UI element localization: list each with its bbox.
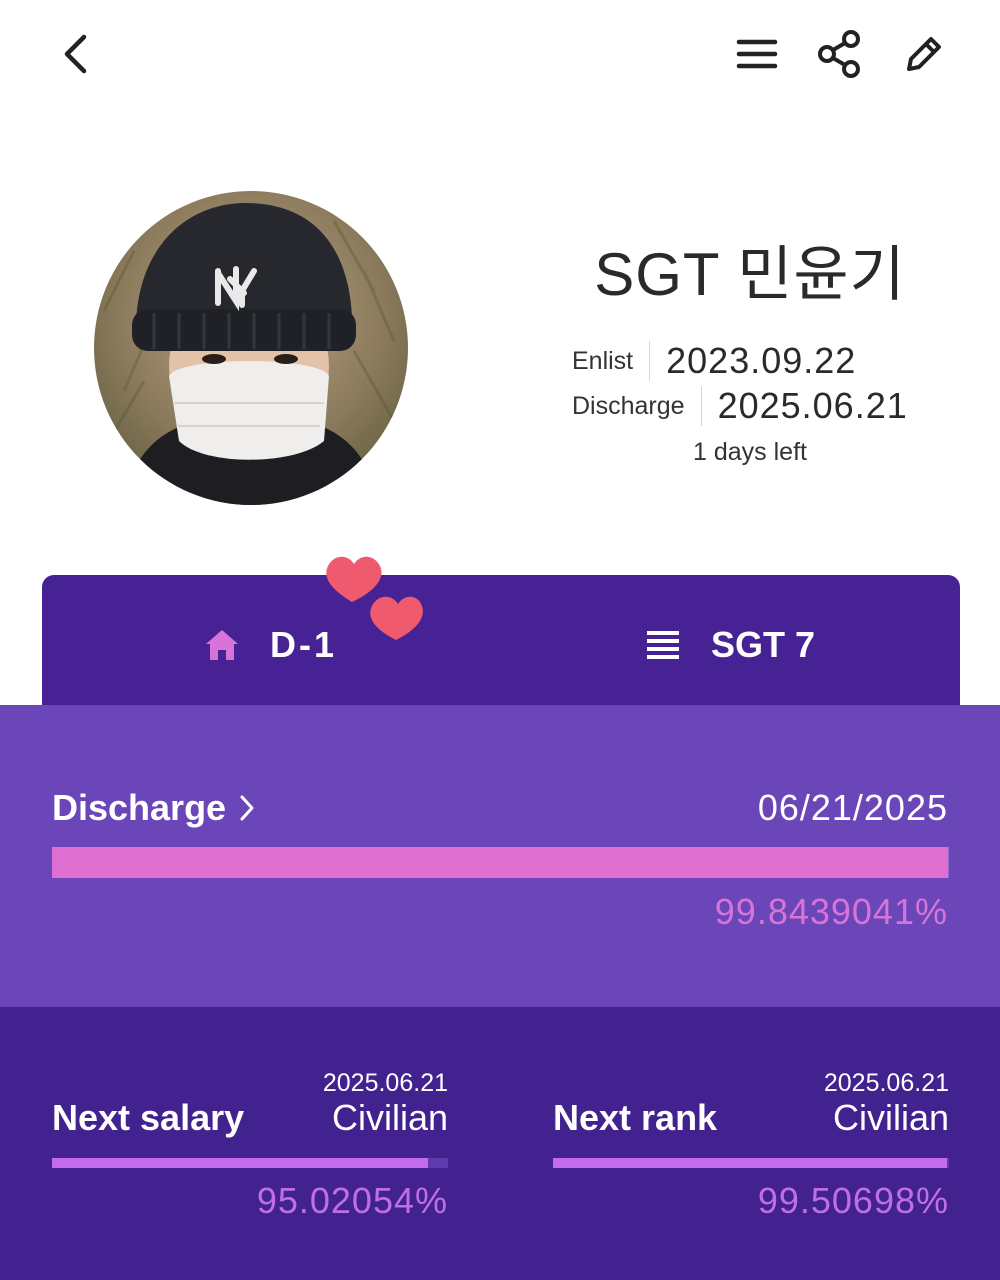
next-rank-title: Next rank — [553, 1097, 718, 1138]
back-arrow-icon — [64, 34, 87, 74]
divider — [649, 341, 651, 381]
profile-name: SGT 민윤기 — [594, 241, 906, 308]
top-bar — [0, 0, 1000, 110]
discharge-panel: Discharge 06/21/2025 99.8439041% — [0, 705, 1000, 1007]
home-icon — [206, 630, 238, 660]
enlist-row: Enlist 2023.09.22 — [572, 338, 856, 384]
next-rank-value: Civilian — [832, 1097, 949, 1138]
hearts-icon — [326, 556, 423, 640]
next-salary-card[interactable]: 2025.06.21 Next salary Civilian 95.02054… — [52, 1007, 448, 1280]
discharge-title: Discharge — [52, 787, 227, 828]
next-salary-percent: 95.02054% — [256, 1180, 448, 1221]
discharge-date-us: 06/21/2025 — [757, 787, 948, 828]
next-rank-progress-bar — [553, 1158, 949, 1168]
enlist-date: 2023.09.22 — [666, 340, 857, 381]
next-rank-date: 2025.06.21 — [823, 1069, 949, 1097]
discharge-label: Discharge — [572, 391, 685, 420]
avatar[interactable] — [94, 191, 408, 505]
discharge-progress-bar — [52, 847, 949, 878]
enlist-label: Enlist — [572, 346, 634, 375]
tab-rank[interactable]: SGT 7 — [645, 620, 815, 670]
tab-rank-label: SGT 7 — [711, 624, 816, 665]
next-rank-card[interactable]: 2025.06.21 Next rank Civilian 99.50698% — [553, 1007, 949, 1280]
next-rank-percent: 99.50698% — [757, 1180, 949, 1221]
next-salary-value: Civilian — [331, 1097, 448, 1138]
discharge-date: 2025.06.21 — [717, 385, 908, 426]
menu-button[interactable] — [727, 24, 787, 84]
edit-button[interactable] — [894, 24, 954, 84]
share-icon — [818, 30, 860, 78]
chevron-right-icon — [240, 795, 254, 821]
stats-panel: 2025.06.21 Next salary Civilian 95.02054… — [0, 1007, 1000, 1280]
next-rank-progress-fill — [553, 1158, 948, 1168]
discharge-row: Discharge 2025.06.21 — [572, 383, 908, 429]
menu-icon — [736, 39, 778, 69]
next-salary-progress-fill — [52, 1158, 429, 1168]
pencil-icon — [907, 37, 941, 71]
list-icon — [647, 631, 679, 659]
back-button[interactable] — [46, 24, 106, 84]
next-salary-date: 2025.06.21 — [322, 1069, 448, 1097]
discharge-percent: 99.8439041% — [714, 891, 948, 932]
share-button[interactable] — [809, 24, 869, 84]
tab-bar: D-1 SGT 7 — [42, 575, 960, 710]
divider — [700, 386, 702, 426]
days-left: 1 days left — [693, 438, 807, 466]
discharge-link[interactable]: Discharge — [52, 787, 256, 829]
profile-photo — [94, 191, 408, 505]
discharge-progress-fill — [52, 847, 948, 878]
next-salary-title: Next salary — [52, 1097, 245, 1138]
next-salary-progress-bar — [52, 1158, 448, 1168]
tab-dday[interactable]: D-1 — [204, 620, 337, 670]
